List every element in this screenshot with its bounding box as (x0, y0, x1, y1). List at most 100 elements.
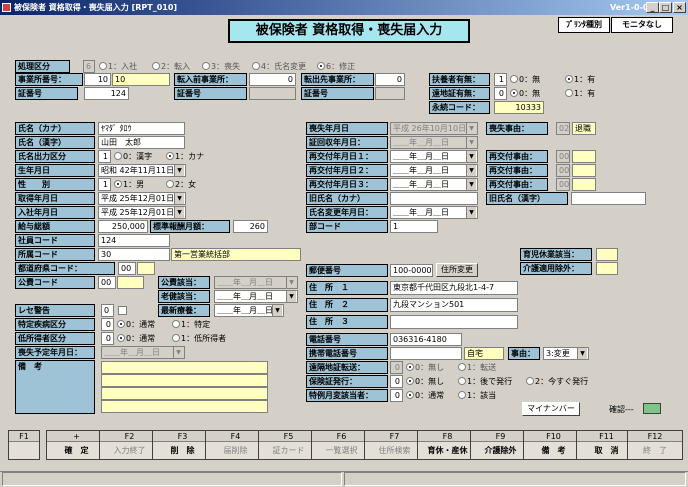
remote-transfer-code[interactable]: 0 (390, 361, 403, 374)
reissue-3-select[interactable]: ＿＿年＿月＿日 (390, 178, 478, 191)
printer-type-button[interactable]: ﾌﾟﾘﾝﾀ種別 (558, 17, 610, 33)
mobile-input[interactable] (390, 347, 462, 360)
kana-name-input[interactable]: ﾔﾏﾀﾞ ﾀﾛｳ (98, 122, 185, 135)
perm-code-input[interactable]: 10333 (494, 101, 544, 114)
public-expense-input[interactable]: 00 (98, 276, 116, 289)
name-output-radio-1[interactable]: 1：カナ (166, 150, 204, 163)
insurance-issue-radio-1[interactable]: 1：後で発行 (458, 375, 512, 388)
remote-cert-radio-1[interactable]: 1：有 (565, 87, 595, 100)
public-applicable-select[interactable]: ＿＿年＿月＿日 (214, 276, 298, 289)
fkey-f7[interactable]: F7 住所検索 (364, 430, 425, 460)
old-kana-name-input[interactable] (390, 192, 478, 205)
low-income-code[interactable]: 0 (101, 332, 114, 345)
fkey-f2[interactable]: F2 入力終了 (99, 430, 160, 460)
department-code-input[interactable]: 30 (98, 248, 170, 261)
insurance-issue-radio-0[interactable]: 0：無し (406, 375, 444, 388)
name-output-code[interactable]: 1 (98, 150, 111, 163)
specific-disease-radio-1[interactable]: 1：特定 (172, 318, 210, 331)
process-radio-3[interactable]: 3：喪失 (202, 60, 240, 73)
office-no-input-1[interactable]: 10 (84, 73, 111, 86)
fkey-f8[interactable]: F8 育休・産休 (417, 430, 478, 460)
remote-cert-code[interactable]: 0 (494, 87, 507, 100)
dependent-radio-1[interactable]: 1：有 (565, 73, 595, 86)
planned-loss-select[interactable]: ＿＿年＿月＿日 (101, 346, 185, 359)
special-month-radio-0[interactable]: 0：通常 (406, 389, 444, 402)
name-output-radio-0[interactable]: 0：漢字 (114, 150, 152, 163)
rece-warning-input[interactable]: 0 (101, 304, 114, 317)
fkey-confirm[interactable]: + 確 定 (46, 430, 107, 460)
reissue-1-reason-code[interactable]: 00 (556, 150, 570, 163)
low-income-radio-0[interactable]: 0：通常 (117, 332, 155, 345)
process-radio-6[interactable]: 6：修正 (317, 60, 355, 73)
fkey-f9[interactable]: F9 介護除外 (470, 430, 531, 460)
note-line-1[interactable] (101, 361, 268, 374)
fkey-f4[interactable]: F4 届削除 (205, 430, 266, 460)
remote-transfer-radio-0[interactable]: 0：無し (406, 361, 444, 374)
prev-office-input[interactable]: 0 (249, 73, 296, 86)
specific-disease-radio-0[interactable]: 0：通常 (117, 318, 155, 331)
address-change-button[interactable]: 住所変更 (436, 263, 478, 277)
process-type-code[interactable]: 6 (83, 60, 95, 73)
low-income-radio-1[interactable]: 1：低所得者 (172, 332, 226, 345)
reissue-2-reason-code[interactable]: 00 (556, 164, 570, 177)
address-1-input[interactable]: 東京都千代田区九段北1-4-7 (390, 281, 518, 295)
cert-no-input[interactable]: 124 (84, 87, 129, 100)
fkey-f6[interactable]: F6 一覧選択 (311, 430, 372, 460)
fkey-f3[interactable]: F3 削 除 (152, 430, 213, 460)
name-change-date-select[interactable]: ＿＿年＿月＿日 (390, 206, 478, 219)
elder-care-select[interactable]: ＿＿年＿月＿日 (214, 290, 298, 303)
insurance-issue-code[interactable]: 0 (390, 375, 403, 388)
special-month-code[interactable]: 0 (390, 389, 403, 402)
process-radio-2[interactable]: 2：転入 (152, 60, 190, 73)
fkey-f5[interactable]: F5 証カード (258, 430, 319, 460)
sex-code[interactable]: 1 (98, 178, 111, 191)
salary-input[interactable]: 250,000 (98, 220, 148, 233)
note-line-2[interactable] (101, 374, 268, 387)
old-kanji-name-input[interactable] (571, 192, 646, 205)
address-3-input[interactable] (390, 315, 518, 329)
phone-input[interactable]: 036316-4180 (390, 333, 462, 346)
specific-disease-code[interactable]: 0 (101, 318, 114, 331)
birth-date-select[interactable]: 昭和 42年11月11日 (98, 164, 186, 177)
out-office-input[interactable]: 0 (375, 73, 405, 86)
address-2-input[interactable]: 九段マンション501 (390, 298, 518, 312)
rece-warning-checkbox[interactable] (118, 306, 127, 315)
remote-transfer-radio-1[interactable]: 1：転送 (458, 361, 496, 374)
dependent-code[interactable]: 1 (494, 73, 507, 86)
reissue-1-select[interactable]: ＿＿年＿月＿日 (390, 150, 478, 163)
std-remuneration-input[interactable]: 260 (233, 220, 268, 233)
reissue-3-reason-code[interactable]: 00 (556, 178, 570, 191)
event-select[interactable]: 3:変更 (543, 347, 589, 360)
insurance-issue-radio-2[interactable]: 2：今すぐ発行 (526, 375, 588, 388)
part-code-input[interactable]: 1 (390, 220, 438, 233)
latest-treatment-select[interactable]: ＿＿年＿月＿日 (214, 304, 284, 317)
cert-recovery-select[interactable]: ＿＿年＿月＿日 (390, 136, 478, 149)
kanji-name-input[interactable]: 山田 太郎 (98, 136, 185, 149)
dependent-radio-0[interactable]: 0：無 (510, 73, 540, 86)
window-titlebar[interactable]: 被保険者 資格取得・喪失届入力 [RPT_010] (0, 0, 688, 15)
note-line-4[interactable] (101, 400, 268, 413)
fkey-f1[interactable]: F1 (8, 430, 40, 460)
loss-reason-code[interactable]: 02 (556, 122, 570, 135)
sex-radio-male[interactable]: 1：男 (114, 178, 144, 191)
cert-no-3-input[interactable] (375, 87, 405, 100)
join-date-select[interactable]: 平成 25年12月01日 (98, 206, 186, 219)
special-month-radio-1[interactable]: 1：該当 (458, 389, 496, 402)
zip-input[interactable]: 100-0000 (390, 264, 433, 277)
office-no-input-2[interactable]: 10 (112, 73, 170, 86)
minimize-button[interactable]: _ (646, 2, 659, 13)
employee-code-input[interactable]: 124 (98, 234, 170, 247)
sex-radio-female[interactable]: 2：女 (166, 178, 196, 191)
reissue-2-select[interactable]: ＿＿年＿月＿日 (390, 164, 478, 177)
monitor-button[interactable]: モニタなし (611, 17, 673, 33)
remote-cert-radio-0[interactable]: 0：無 (510, 87, 540, 100)
close-button[interactable]: × (673, 2, 686, 13)
fkey-f12[interactable]: F12 終 了 (627, 430, 683, 460)
fkey-f10[interactable]: F10 備 考 (523, 430, 584, 460)
process-radio-4[interactable]: 4：氏名変更 (252, 60, 306, 73)
cert-no-2-input[interactable] (249, 87, 296, 100)
loss-date-select[interactable]: 平成 26年10月10日 (390, 122, 478, 135)
acquisition-date-select[interactable]: 平成 25年12月01日 (98, 192, 186, 205)
note-line-3[interactable] (101, 387, 268, 400)
process-radio-1[interactable]: 1：入社 (99, 60, 137, 73)
